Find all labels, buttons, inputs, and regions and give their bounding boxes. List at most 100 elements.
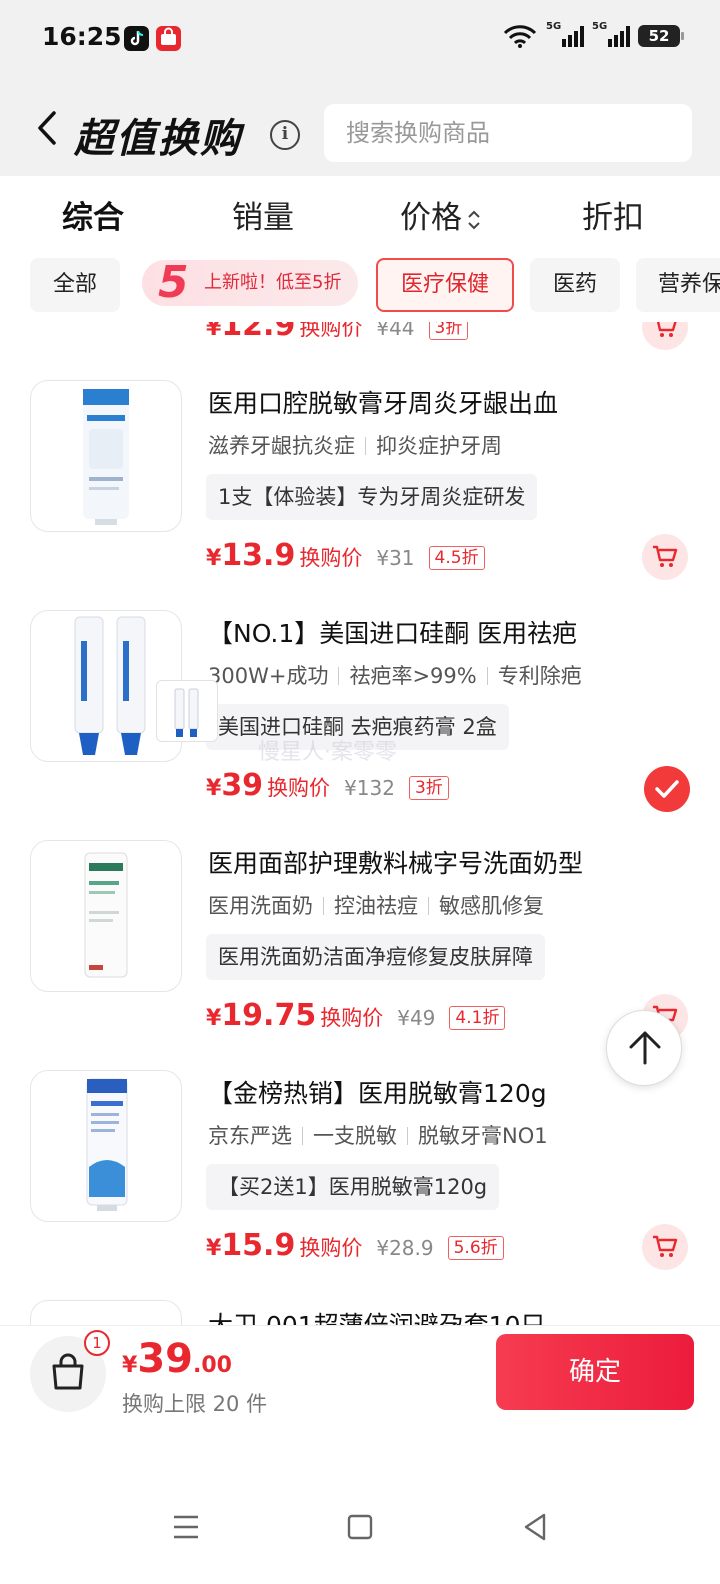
sort-tabs: 综合 销量 价格 折扣 [0, 176, 720, 248]
currency-symbol: ¥ [206, 322, 222, 341]
product-image [30, 1300, 182, 1325]
system-nav-bar [0, 1435, 720, 1584]
promo-banner[interactable]: 5 上新啦！低至5折 [142, 260, 358, 306]
tag: 医用洗面奶 [208, 894, 313, 918]
shopping-bag-icon [52, 1353, 84, 1390]
original-price: ¥132 [344, 776, 395, 800]
product-tags: 京东严选 一支脱敏 脱敏牙膏NO1 [208, 1120, 548, 1150]
tag: 祛疤率>99% [349, 664, 477, 688]
product-name: 医用面部护理敷料械字号洗面奶型 [208, 849, 584, 878]
signal-icon-2: 5G [592, 21, 630, 47]
watermark: 慢星人·案零零 [258, 740, 397, 765]
add-to-cart-button[interactable] [642, 322, 688, 350]
original-price: ¥49 [397, 1006, 436, 1030]
checkout-bar: 1 ¥39.00 换购上限 20 件 确定 [0, 1325, 720, 1435]
home-icon[interactable] [340, 1507, 380, 1547]
tiktok-app-icon [124, 26, 149, 51]
status-bar: 16:25 5G 5G 52 [0, 0, 720, 80]
sort-tab-comprehensive[interactable]: 综合 [62, 192, 124, 237]
product-list: ¥12.9 换购价 ¥44 3折 医用口腔脱敏膏牙周炎牙龈出血 滋养牙龈抗炎症 … [0, 322, 720, 1325]
product-desc: 【买2送1】医用脱敏膏120g [206, 1164, 500, 1210]
purchase-limit: 换购上限 20 件 [122, 1392, 268, 1416]
check-icon [655, 780, 679, 798]
page: 16:25 5G 5G 52 超值换购 i 搜索换购商品 综合 销量 价格 折扣… [0, 0, 720, 1584]
list-item-partial[interactable]: ¥12.9 换购价 ¥44 3折 [0, 322, 720, 388]
product-desc: 1支【体验装】专为牙周炎症研发 [206, 474, 538, 520]
promo-text: 上新啦！低至5折 [204, 272, 342, 293]
selected-checkbox[interactable] [644, 766, 690, 812]
product-name: 大卫 001超薄倍润避孕套10只 [208, 1306, 545, 1325]
product-tags: 滋养牙龈抗炎症 抑炎症护牙周 [208, 430, 502, 460]
product-name: 【金榜热销】医用脱敏膏120g [208, 1079, 547, 1108]
product-desc: 医用洗面奶洁面净痘修复皮肤屏障 [206, 934, 545, 980]
currency-symbol: ¥ [206, 1236, 222, 1261]
discount-badge: 3折 [428, 322, 469, 340]
category-chips: 全部 5 上新啦！低至5折 医疗保健 医药 营养保健 [0, 248, 720, 322]
sort-tab-sales[interactable]: 销量 [232, 192, 294, 237]
chip-medical-care[interactable]: 医疗保健 [376, 258, 514, 312]
product-tags: 医用洗面奶 控油祛痘 敏感肌修复 [208, 890, 544, 920]
list-item[interactable]: 医用口腔脱敏膏牙周炎牙龈出血 滋养牙龈抗炎症 抑炎症护牙周 1支【体验装】专为牙周… [0, 380, 720, 610]
product-image [30, 380, 182, 532]
price-row: ¥12.9 换购价 ¥44 3折 [206, 322, 469, 348]
confirm-button[interactable]: 确定 [496, 1334, 694, 1410]
currency-symbol: ¥ [206, 1006, 222, 1031]
price: 39 [221, 768, 264, 803]
price-row: ¥19.75 换购价 ¥49 4.1折 [206, 998, 506, 1038]
price: 13.9 [221, 538, 296, 573]
currency-symbol: ¥ [122, 1353, 138, 1378]
status-indicators: 5G 5G 52 [502, 21, 684, 48]
promo-number: 5 [158, 257, 189, 308]
floating-thumbnail[interactable] [156, 680, 218, 742]
price-label: 换购价 [299, 546, 363, 570]
price-label: 换购价 [267, 776, 331, 800]
product-name: 【NO.1】美国进口硅酮 医用祛疤 [208, 619, 578, 648]
currency-symbol: ¥ [206, 776, 222, 801]
add-to-cart-button[interactable] [642, 534, 688, 580]
price-row: ¥13.9 换购价 ¥31 4.5折 [206, 538, 485, 578]
price-label: 换购价 [320, 1006, 384, 1030]
price: 12.9 [221, 322, 296, 343]
price: 15.9 [221, 1228, 296, 1263]
tag: 专利除疤 [497, 664, 582, 688]
tag: 300W+成功 [208, 664, 329, 688]
list-item[interactable]: 【NO.1】美国进口硅酮 医用祛疤 300W+成功 祛疤率>99% 专利除疤 美国进… [0, 610, 720, 840]
battery-icon: 52 [638, 25, 684, 47]
sort-tab-discount[interactable]: 折扣 [582, 192, 644, 237]
search-input[interactable]: 搜索换购商品 [324, 104, 692, 162]
menu-icon[interactable] [166, 1507, 206, 1547]
cart-icon [653, 545, 678, 567]
info-icon[interactable]: i [270, 120, 300, 150]
cart-count-badge: 1 [84, 1330, 110, 1356]
back-icon[interactable] [34, 110, 60, 146]
back-nav-icon[interactable] [516, 1507, 556, 1547]
total-decimal: .00 [192, 1353, 232, 1378]
add-to-cart-button[interactable] [642, 1224, 688, 1270]
header: 超值换购 i 搜索换购商品 [0, 80, 720, 176]
chip-medicine[interactable]: 医药 [530, 258, 620, 312]
currency-symbol: ¥ [206, 546, 222, 571]
shopping-app-icon [156, 26, 181, 51]
discount-badge: 4.1折 [449, 1006, 506, 1030]
tag: 控油祛痘 [334, 894, 418, 918]
sort-tab-price[interactable]: 价格 [400, 192, 482, 237]
chip-all[interactable]: 全部 [30, 258, 120, 312]
list-item[interactable]: 【金榜热销】医用脱敏膏120g 京东严选 一支脱敏 脱敏牙膏NO1 【买2送1】医用… [0, 1070, 720, 1300]
price-label: 换购价 [299, 322, 363, 340]
signal-icon-1: 5G [546, 21, 584, 47]
page-title: 超值换购 [74, 116, 242, 162]
list-item-partial[interactable]: 大卫 001超薄倍润避孕套10只 [0, 1300, 720, 1325]
product-image [30, 840, 182, 992]
discount-badge: 4.5折 [428, 546, 485, 570]
total-integer: 39 [137, 1336, 193, 1382]
price: 19.75 [221, 998, 317, 1033]
price-row: ¥39 换购价 ¥132 3折 [206, 768, 449, 808]
chip-nutrition[interactable]: 营养保健 [636, 258, 720, 312]
discount-badge: 5.6折 [447, 1236, 504, 1260]
tag: 脱敏牙膏NO1 [418, 1124, 548, 1148]
product-name: 医用口腔脱敏膏牙周炎牙龈出血 [208, 389, 559, 418]
back-to-top-button[interactable] [606, 1010, 682, 1086]
price-label: 换购价 [299, 1236, 363, 1260]
tag: 抑炎症护牙周 [376, 434, 502, 458]
product-tags: 300W+成功 祛疤率>99% 专利除疤 [208, 660, 582, 690]
